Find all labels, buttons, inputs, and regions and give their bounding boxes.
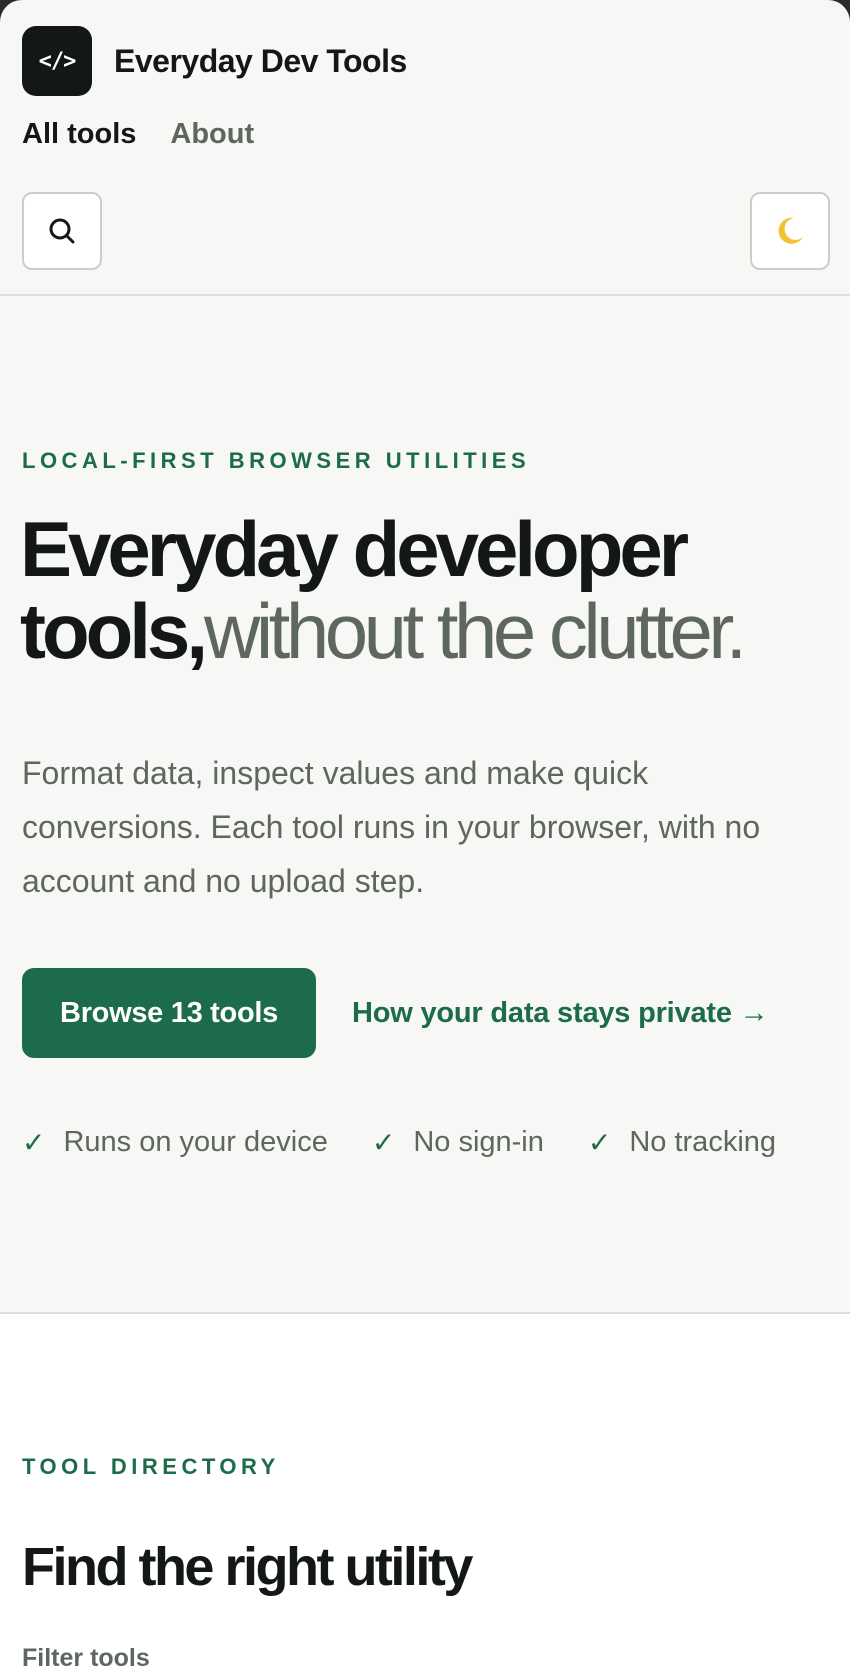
- hero-headline: Everyday developer tools,without the clu…: [20, 508, 840, 672]
- check-item: ✓ No sign-in: [372, 1126, 544, 1159]
- hero-eyebrow: LOCAL-FIRST BROWSER UTILITIES: [22, 448, 531, 473]
- directory-eyebrow: TOOL DIRECTORY: [22, 1454, 280, 1479]
- headline-muted: without the clutter.: [204, 587, 747, 675]
- feature-checks: ✓ Runs on your device ✓ No sign-in ✓ No …: [22, 1126, 776, 1159]
- check-item: ✓ No tracking: [588, 1126, 776, 1159]
- check-item: ✓ Runs on your device: [22, 1126, 328, 1159]
- hero-section: LOCAL-FIRST BROWSER UTILITIES Everyday d…: [0, 296, 850, 1314]
- brand-home-link[interactable]: </> Everyday Dev Tools: [22, 26, 407, 96]
- nav-all-tools[interactable]: All tools: [22, 118, 136, 151]
- theme-toggle-button[interactable]: [750, 192, 830, 270]
- cta-row: Browse 13 tools How your data stays priv…: [22, 968, 769, 1058]
- check-icon: ✓: [587, 1127, 612, 1158]
- check-icon: ✓: [371, 1127, 396, 1158]
- tool-directory-section: TOOL DIRECTORY Find the right utility Fi…: [0, 1314, 850, 1668]
- browse-tools-button[interactable]: Browse 13 tools: [22, 968, 316, 1058]
- search-icon: [49, 218, 75, 244]
- privacy-link[interactable]: How your data stays private →: [352, 997, 769, 1030]
- logo-text: </>: [38, 48, 77, 74]
- check-label: No sign-in: [413, 1126, 544, 1158]
- main-nav: All tools About: [22, 118, 254, 151]
- nav-about[interactable]: About: [170, 118, 254, 151]
- check-label: No tracking: [629, 1126, 777, 1158]
- check-icon: ✓: [22, 1127, 46, 1158]
- moon-icon: [778, 217, 803, 244]
- site-header: </> Everyday Dev Tools All tools About: [0, 0, 850, 296]
- search-button[interactable]: [22, 192, 102, 270]
- page: </> Everyday Dev Tools All tools About L…: [0, 0, 850, 1668]
- hero-description: Format data, inspect values and make qui…: [22, 755, 761, 899]
- check-label: Runs on your device: [63, 1126, 328, 1158]
- code-logo-icon: </>: [22, 26, 92, 96]
- filter-tools-label: Filter tools: [22, 1644, 150, 1668]
- directory-title: Find the right utility: [22, 1537, 473, 1597]
- app-name: Everyday Dev Tools: [114, 42, 407, 79]
